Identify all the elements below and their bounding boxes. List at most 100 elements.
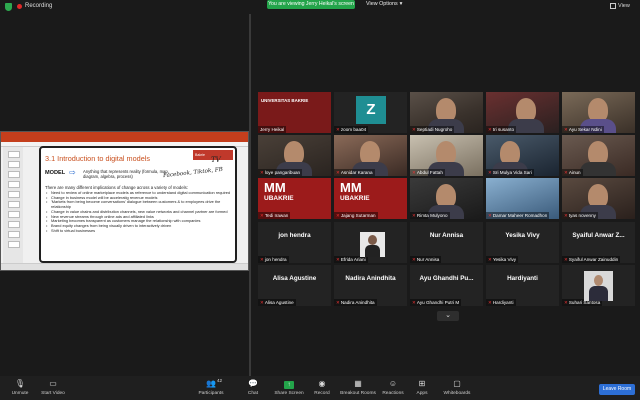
view-button[interactable]: View — [610, 3, 630, 9]
participant-tile[interactable]: Z ✕ zoom baa04 — [334, 92, 407, 133]
chat-icon: 💬 — [248, 379, 258, 388]
participant-display-name: Hardiyanti — [507, 275, 538, 282]
participant-tile[interactable]: MM UBAKRIE ✕ Jajang Sutarman — [334, 178, 407, 219]
participants-button[interactable]: 👥 42 Participants — [196, 378, 226, 396]
start-video-button[interactable]: ▭ Start Video — [38, 379, 68, 396]
security-shield-icon[interactable] — [5, 3, 12, 11]
participant-tile[interactable]: ✕ Damar Maheer Romadhon — [486, 178, 559, 219]
mic-muted-icon: ✕ — [336, 300, 340, 305]
participant-tile[interactable]: jon hendra ✕ jon hendra — [258, 222, 331, 263]
participant-name-label: ✕ Alisa Agustine — [258, 299, 296, 306]
record-button[interactable]: ◉ Record — [312, 379, 332, 396]
participant-body — [589, 286, 608, 301]
participant-display-name: Yesika Vivy — [505, 232, 540, 239]
split-view-divider[interactable] — [249, 14, 251, 376]
mic-muted-icon: ✕ — [488, 127, 492, 132]
share-screen-button[interactable]: ↑ Share Screen — [274, 379, 304, 396]
meeting-toolbar: 🎙 Unmute ▭ Start Video 👥 42 Participants… — [0, 376, 640, 400]
mic-muted-icon: ✕ — [488, 213, 492, 218]
whiteboards-button[interactable]: ▢ Whiteboards — [442, 379, 472, 396]
breakout-rooms-button[interactable]: ▦ Breakout Rooms — [340, 379, 376, 396]
participant-name: Sri Mulya Vida Sari — [492, 170, 532, 175]
banner-subtext: UBAKRIE — [264, 195, 294, 202]
participant-name-label: ✕ Damar Maheer Romadhon — [486, 212, 550, 219]
reactions-button[interactable]: ☺ Reactions — [381, 379, 405, 396]
participant-display-name: Syaiful Anwar Z... — [572, 232, 625, 239]
mic-muted-icon: ✕ — [412, 300, 416, 305]
ink-annotation: TV — [211, 156, 221, 164]
mic-muted-icon: ✕ — [488, 257, 492, 262]
participant-name-label: ✕ Nadira Anindhita — [334, 299, 377, 306]
slide-thumbnail — [8, 161, 20, 168]
reactions-smiley-icon: ☺ — [388, 379, 398, 388]
mic-muted-icon: ✕ — [412, 127, 416, 132]
mic-muted-icon: ✕ — [488, 170, 492, 175]
unmute-button[interactable]: 🎙 Unmute — [8, 379, 32, 396]
recording-dot-icon — [17, 3, 22, 9]
participant-tile[interactable]: Alisa Agustine ✕ Alisa Agustine — [258, 265, 331, 306]
participant-name: Jajang Sutarman — [340, 213, 376, 218]
mic-muted-icon: ✕ — [260, 257, 264, 262]
participant-tile[interactable]: Nadira Anindhita ✕ Nadira Anindhita — [334, 265, 407, 306]
banner-subtext: UBAKRIE — [340, 195, 370, 202]
mic-muted-icon: ✕ — [260, 170, 264, 175]
participant-name-label: ✕ Ainun — [562, 169, 583, 176]
participant-tile[interactable]: Syaiful Anwar Z... ✕ Syaiful Anwar Zainud… — [562, 222, 635, 263]
video-off-icon: ▭ — [49, 379, 57, 388]
record-icon: ◉ — [318, 379, 326, 388]
mic-muted-icon: ✕ — [412, 170, 416, 175]
participant-video-thumbnail — [584, 271, 613, 301]
participant-tile[interactable]: ✕ Sri Mulya Vida Sari — [486, 135, 559, 176]
mic-muted-icon: ✕ — [260, 300, 264, 305]
participant-tile[interactable]: Nur Annisa ✕ Nur Annisa — [410, 222, 483, 263]
participant-name-label: ✕ Asnidar Karana — [334, 169, 375, 176]
participant-tile[interactable]: ✕ Septiadi Nugroho — [410, 92, 483, 133]
participant-name: Rimta Mulyono — [416, 213, 448, 218]
participant-name-label: ✕ jon hendra — [258, 256, 289, 263]
participant-tile[interactable]: MM UBAKRIE ✕ Tedi Irawan — [258, 178, 331, 219]
participant-name: Abdul Fattah — [416, 170, 443, 175]
participant-tile[interactable]: ✕ Ayu Sekar Ndini — [562, 92, 635, 133]
chat-button[interactable]: 💬 Chat — [245, 379, 261, 396]
participant-tile[interactable]: UNIVERSITAS BAKRIE Jerry Heikal — [258, 92, 331, 133]
participant-name-label: ✕ Abdul Fattah — [410, 169, 445, 176]
participant-name-label: ✕ tyas novenny — [562, 212, 598, 219]
participant-tile[interactable]: Yesika Vivy ✕ Yesika Vivy — [486, 222, 559, 263]
participant-name: Damar Maheer Romadhon — [492, 213, 548, 218]
participant-name: Nadira Anindhita — [340, 300, 375, 305]
participant-tile[interactable]: Ayu Ghandhi Pu... ✕ Ayu Ghandhi Putri M — [410, 265, 483, 306]
participant-tile[interactable]: ✕ loye pangaribuan — [258, 135, 331, 176]
participant-tile[interactable]: ✕ Abdul Fattah — [410, 135, 483, 176]
slide-thumbnail-pane — [3, 147, 23, 263]
view-options-button[interactable]: View Options ▾ — [366, 1, 402, 7]
participant-tile[interactable]: ✕ Rimta Mulyono — [410, 178, 483, 219]
banner-text: UNIVERSITAS BAKRIE — [261, 98, 309, 103]
top-bar: Recording You are viewing Jerry Heikal's… — [0, 0, 640, 14]
share-screen-icon-wrapper: ↑ — [274, 379, 304, 389]
participant-name: Ainun — [568, 170, 581, 175]
mic-muted-icon: ✕ — [260, 213, 264, 218]
next-page-chevron-icon[interactable]: ⌄ — [437, 311, 459, 321]
participant-tile[interactable]: ✕ tri susanto — [486, 92, 559, 133]
share-screen-label: Share Screen — [274, 391, 304, 396]
list-item: Shift to virtual businesses — [46, 228, 232, 234]
mic-muted-icon: ✕ — [564, 170, 568, 175]
leave-room-button[interactable]: Leave Room — [599, 384, 635, 395]
participant-tile[interactable]: ✕ tyas novenny — [562, 178, 635, 219]
view-options-label: View Options — [366, 1, 398, 7]
participant-display-name: Ayu Ghandhi Pu... — [419, 275, 474, 282]
mic-muted-icon: ✕ — [336, 170, 340, 175]
slide-thumbnail — [8, 181, 20, 188]
participant-name: jon hendra — [264, 257, 287, 262]
participant-tile[interactable]: Hardiyanti ✕ Hardiyanti — [486, 265, 559, 306]
participant-tile[interactable]: ✕ Asnidar Karana — [334, 135, 407, 176]
apps-button[interactable]: ⊞ Apps — [414, 379, 430, 396]
participant-name-label: ✕ Sri Mulya Vida Sari — [486, 169, 534, 176]
participant-tile[interactable]: ✕ Ainun — [562, 135, 635, 176]
participant-name-label: ✕ Jajang Sutarman — [334, 212, 378, 219]
whiteboards-label: Whiteboards — [443, 391, 471, 396]
whiteboard-icon: ▢ — [453, 379, 461, 388]
powerpoint-status-bar — [1, 263, 248, 270]
mic-muted-icon: ✕ — [564, 257, 568, 262]
participant-name-label: ✕ loye pangaribuan — [258, 169, 303, 176]
